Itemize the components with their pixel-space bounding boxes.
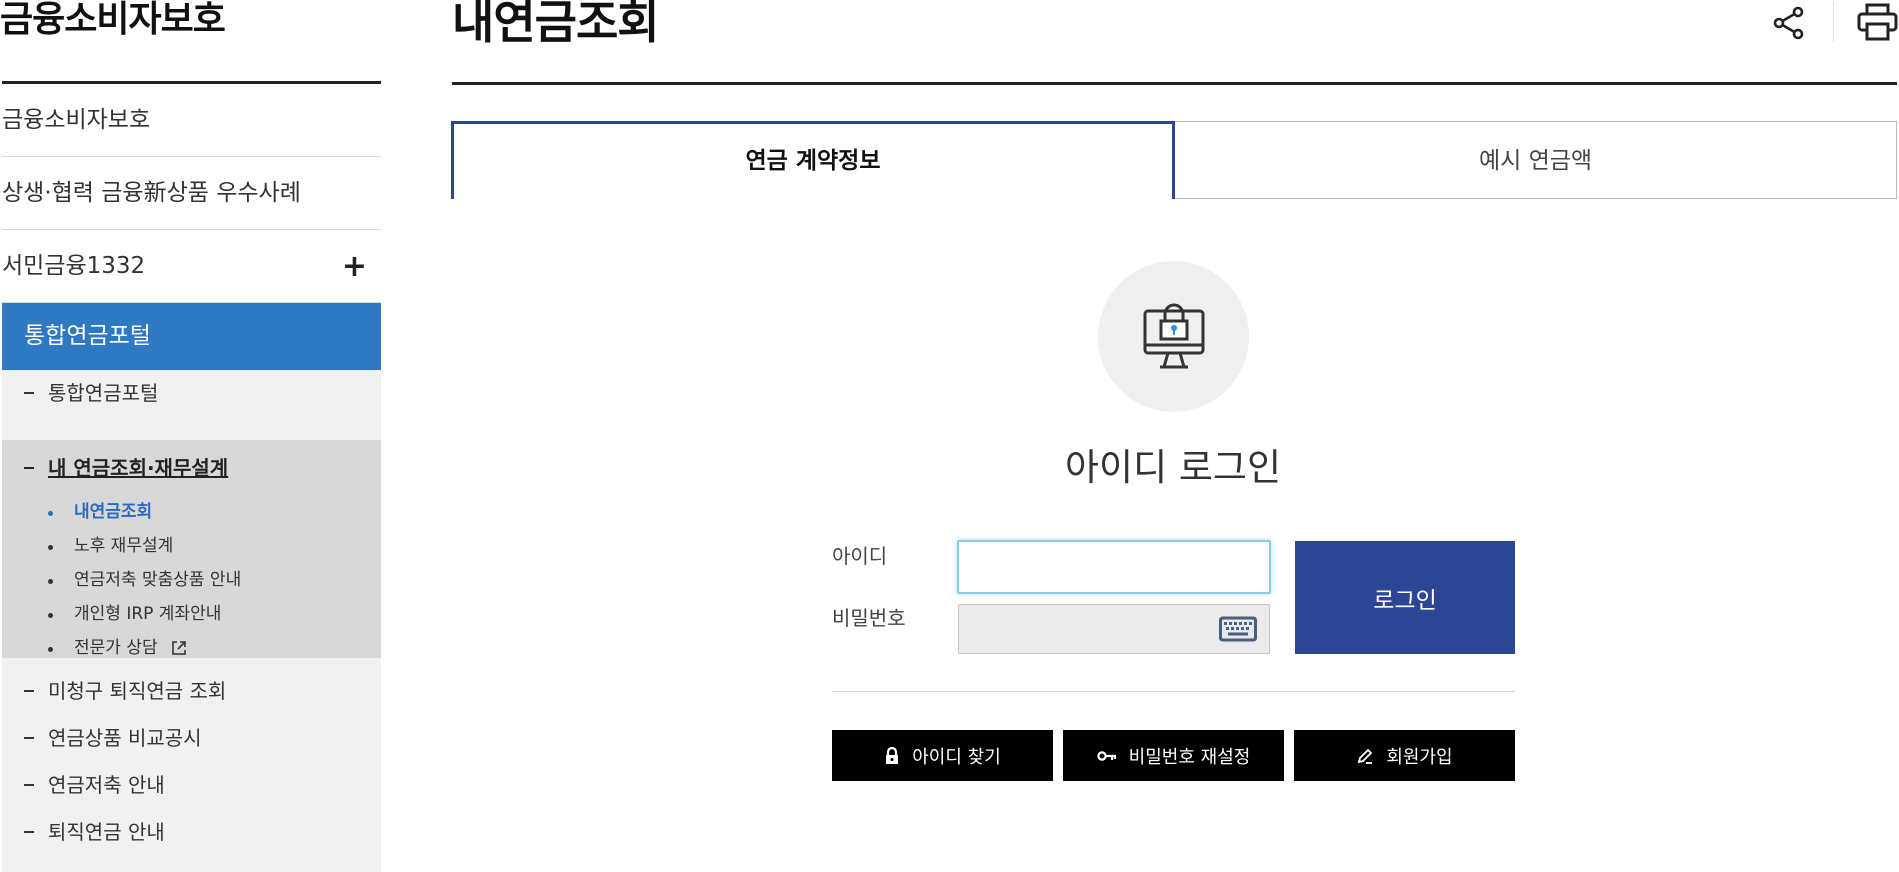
submenu-item-pension-savings[interactable]: 연금저축 안내: [2, 762, 381, 809]
reset-password-button[interactable]: 비밀번호 재설정: [1063, 730, 1284, 781]
leaf-retirement-planning[interactable]: 노후 재무설계: [47, 534, 173, 558]
submenu-item-label: 연금저축 안내: [48, 773, 165, 797]
submenu-item-retirement-pension[interactable]: 퇴직연금 안내: [2, 809, 381, 856]
submenu-item-my-pension[interactable]: 내 연금조회·재무설계: [24, 454, 228, 482]
dash-icon: [24, 831, 34, 833]
find-id-button[interactable]: 아이디 찾기: [832, 730, 1053, 781]
sidebar-item-label: 서민금융1332: [2, 253, 146, 279]
tab-contract-info[interactable]: 연금 계약정보: [451, 121, 1175, 199]
virtual-keyboard-button[interactable]: [1218, 613, 1258, 645]
login-icon-circle: [1098, 261, 1249, 412]
tab-example-pension[interactable]: 예시 연금액: [1175, 121, 1897, 199]
sidebar-title: 금융소비자보호: [0, 0, 226, 40]
submenu-item-label: 내 연금조회·재무설계: [48, 456, 229, 480]
expand-plus-icon[interactable]: +: [342, 230, 367, 303]
sidebar-item-1332[interactable]: 서민금융1332 +: [2, 230, 381, 303]
key-icon: [1096, 750, 1116, 761]
submenu-item-label: 퇴직연금 안내: [48, 820, 165, 844]
print-button[interactable]: [1856, 2, 1899, 42]
dash-icon: [24, 737, 34, 739]
secure-computer-icon: [1143, 303, 1205, 369]
leaf-my-pension-lookup[interactable]: 내연금조회: [47, 500, 152, 524]
sidebar-item-best-practices[interactable]: 상생·협력 금융新상품 우수사례: [2, 157, 381, 230]
leaf-expert-consulting[interactable]: 전문가 상담: [47, 636, 187, 660]
signup-label: 회원가입: [1386, 746, 1453, 768]
lock-icon: [886, 746, 899, 764]
leaf-irp-account[interactable]: 개인형 IRP 계좌안내: [47, 602, 221, 626]
pencil-icon: [1358, 748, 1373, 764]
dash-icon: [24, 784, 34, 786]
sidebar-item-pension-portal[interactable]: 통합연금포털: [2, 303, 381, 370]
id-input[interactable]: [957, 540, 1271, 594]
share-icon: [1773, 6, 1804, 40]
sidebar-item-consumer-protection[interactable]: 금융소비자보호: [2, 84, 381, 157]
dash-icon: [24, 392, 34, 394]
title-divider: [452, 82, 1897, 85]
leaf-pension-savings-products[interactable]: 연금저축 맞춤상품 안내: [47, 568, 241, 592]
submenu-item-label: 미청구 퇴직연금 조회: [48, 679, 227, 703]
submenu-item-unclaimed-pension[interactable]: 미청구 퇴직연금 조회: [2, 668, 381, 715]
header-divider: [1833, 2, 1834, 42]
signup-button[interactable]: 회원가입: [1294, 730, 1515, 781]
submenu-item-label: 통합연금포털: [48, 381, 159, 405]
share-button[interactable]: [1770, 4, 1808, 42]
submenu-item-pension-portal[interactable]: 통합연금포털: [2, 370, 381, 417]
sidebar: 금융소비자보호 금융소비자보호 상생·협력 금융新상품 우수사례 서민금융133…: [0, 0, 382, 872]
dash-icon: [24, 467, 34, 469]
print-icon: [1857, 3, 1898, 41]
sidebar-submenu: 통합연금포털 내 연금조회·재무설계 내연금조회 노후 재무설계 연금저축 맞춤…: [2, 370, 381, 872]
dash-icon: [24, 690, 34, 692]
find-id-label: 아이디 찾기: [912, 746, 1001, 768]
login-button[interactable]: 로그인: [1295, 541, 1515, 654]
submenu-group-current: 내 연금조회·재무설계 내연금조회 노후 재무설계 연금저축 맞춤상품 안내 개…: [2, 440, 381, 658]
id-label: 아이디: [832, 544, 888, 568]
submenu-item-product-compare[interactable]: 연금상품 비교공시: [2, 715, 381, 762]
reset-password-label: 비밀번호 재설정: [1128, 746, 1251, 768]
keyboard-icon: [1219, 616, 1257, 642]
login-title: 아이디 로그인: [1064, 446, 1281, 489]
submenu-item-label: 연금상품 비교공시: [48, 726, 202, 750]
password-label: 비밀번호: [832, 606, 906, 630]
login-divider: [832, 691, 1515, 692]
page-title: 내연금조회: [452, 0, 660, 49]
external-link-icon: [172, 641, 186, 655]
